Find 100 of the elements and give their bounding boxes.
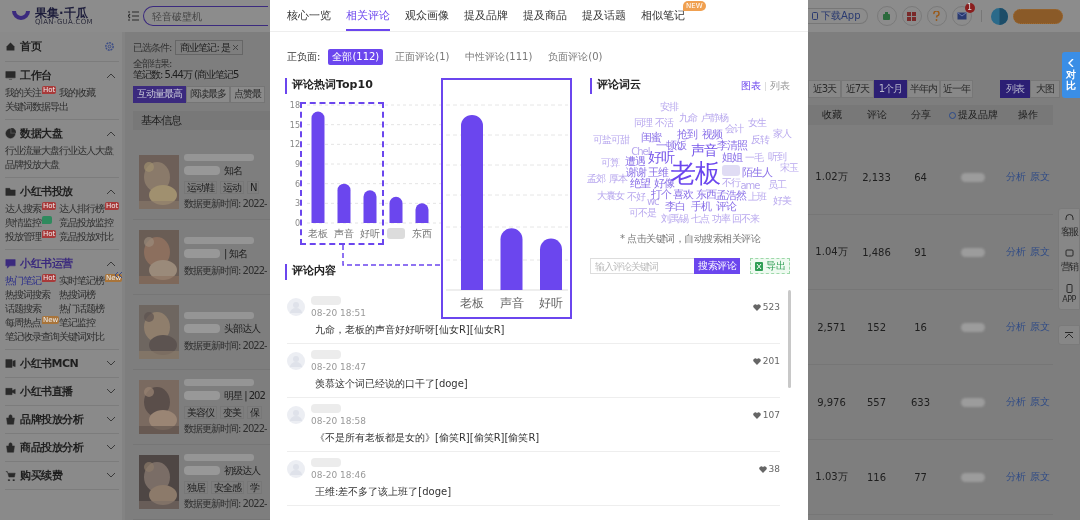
nav-section[interactable]: 购买续费 bbox=[20, 468, 62, 483]
cloud-word[interactable]: 七点 bbox=[691, 214, 710, 225]
filter-chip[interactable]: 中性评论(111) bbox=[461, 49, 537, 65]
cloud-word[interactable]: 回不来 bbox=[731, 214, 759, 225]
heart-icon[interactable] bbox=[752, 411, 761, 419]
back-to-top-button[interactable] bbox=[1058, 325, 1080, 345]
cloud-word[interactable]: 刘禹锡 bbox=[660, 214, 688, 225]
cloud-word[interactable]: 卢静杨 bbox=[701, 112, 729, 123]
nav-link[interactable]: 竞品投放监控 bbox=[59, 216, 113, 230]
view-toggle[interactable]: 图表 bbox=[741, 79, 761, 93]
cloud-word[interactable]: 会计 bbox=[725, 123, 744, 134]
chevron-icon[interactable] bbox=[107, 361, 115, 366]
cloud-word[interactable]: 大囊女 bbox=[597, 190, 625, 201]
filter-chip[interactable]: 负面评论(0) bbox=[544, 49, 607, 65]
filter-chip[interactable]: 正面评论(1) bbox=[391, 49, 454, 65]
heart-icon[interactable] bbox=[758, 465, 767, 473]
tab[interactable]: 相关评论 bbox=[346, 0, 390, 31]
cloud-word[interactable]: 绝望 bbox=[630, 177, 651, 188]
action-link[interactable]: 分析 bbox=[1006, 170, 1026, 184]
action-link[interactable]: 原文 bbox=[1030, 395, 1050, 409]
cloud-word[interactable]: 闺蜜 bbox=[640, 131, 661, 143]
action-link[interactable]: 分析 bbox=[1006, 245, 1026, 259]
scrollbar[interactable] bbox=[788, 290, 791, 388]
cloud-word[interactable]: 上班 bbox=[747, 192, 766, 203]
cloud-word[interactable]: 评论 bbox=[716, 200, 737, 212]
cloud-word[interactable]: 孟郊 bbox=[587, 173, 606, 184]
action-link[interactable]: 分析 bbox=[1006, 470, 1026, 484]
nav-link[interactable]: 首页 bbox=[20, 39, 41, 54]
menu-icon[interactable] bbox=[128, 11, 139, 21]
cloud-word[interactable]: 不好 bbox=[626, 192, 645, 203]
nav-link[interactable]: 我的收藏 bbox=[59, 86, 95, 100]
nav-link[interactable]: 关键词对比 bbox=[59, 330, 104, 344]
cloud-word[interactable]: 家人 bbox=[772, 128, 791, 139]
heart-icon[interactable] bbox=[752, 303, 761, 311]
heart-icon[interactable] bbox=[752, 357, 761, 365]
filter-chip[interactable]: 全部(112) bbox=[328, 49, 384, 65]
cloud-word[interactable]: 王维 bbox=[648, 166, 669, 178]
cloud-word[interactable]: 声音 bbox=[690, 142, 717, 157]
nav-link[interactable]: 话题搜索 bbox=[5, 302, 41, 316]
cloud-word[interactable]: Chel bbox=[631, 147, 650, 157]
upgrade-button[interactable] bbox=[1012, 8, 1063, 24]
chevron-icon[interactable] bbox=[107, 131, 115, 136]
view-tab[interactable]: 大图 bbox=[1030, 80, 1060, 98]
cloud-word[interactable]: 可算 bbox=[600, 158, 619, 168]
chevron-icon[interactable] bbox=[107, 445, 115, 450]
sort-tab[interactable]: 互动量最高 bbox=[133, 85, 186, 103]
nav-section[interactable]: 品牌投放分析 bbox=[20, 412, 83, 427]
nav-section[interactable]: 商品投放分析 bbox=[20, 440, 83, 455]
cloud-word[interactable]: 听到 bbox=[768, 151, 787, 162]
tab[interactable]: 提及商品 bbox=[523, 0, 567, 31]
cloud-word[interactable]: 打个 bbox=[650, 188, 671, 199]
chevron-icon[interactable] bbox=[107, 473, 115, 478]
chevron-icon[interactable] bbox=[107, 73, 115, 78]
nav-link[interactable]: 行业流量大盘 bbox=[5, 144, 59, 158]
cloud-word[interactable]: 视频 bbox=[701, 128, 722, 140]
time-tab[interactable]: 1个月 bbox=[874, 80, 907, 98]
time-tab[interactable]: 近7天 bbox=[841, 80, 874, 98]
nav-section[interactable]: 小红书MCN bbox=[20, 356, 79, 371]
nav-link[interactable]: 竞品投放对比 bbox=[59, 230, 113, 244]
cloud-word[interactable]: 手机 bbox=[691, 200, 712, 212]
tab[interactable]: 提及品牌 bbox=[464, 0, 508, 31]
nav-link[interactable]: 笔记监控 bbox=[59, 316, 95, 330]
action-link[interactable]: 原文 bbox=[1030, 470, 1050, 484]
chevron-icon[interactable] bbox=[107, 389, 115, 394]
nav-link[interactable]: 热搜词榜 bbox=[59, 288, 95, 302]
tab[interactable]: 相似笔记 bbox=[641, 0, 685, 31]
nav-section[interactable]: 小红书投放 bbox=[20, 184, 73, 199]
cloud-word[interactable]: 喜欢 bbox=[673, 188, 694, 199]
time-tab[interactable]: 近3天 bbox=[808, 80, 841, 98]
nav-link[interactable]: 舆情监控 bbox=[5, 216, 52, 230]
cloud-word[interactable]: 员工 bbox=[768, 179, 787, 190]
chevron-icon[interactable] bbox=[107, 417, 115, 422]
action-link[interactable]: 原文 bbox=[1030, 245, 1050, 259]
cloud-word[interactable]: 反转 bbox=[751, 134, 770, 145]
cloud-word[interactable]: 可不是 bbox=[629, 208, 657, 218]
cloud-word[interactable]: 功率 bbox=[711, 214, 730, 225]
cloud-word[interactable]: 九命 bbox=[678, 112, 697, 123]
cloud-word[interactable]: wc bbox=[646, 197, 659, 208]
sort-tab[interactable]: 阅读最多 bbox=[186, 85, 230, 103]
search-button[interactable]: 搜索评论 bbox=[694, 258, 740, 274]
nav-section[interactable]: 数据大盘 bbox=[20, 126, 62, 141]
cloud-word[interactable]: 李清照 bbox=[716, 139, 747, 151]
search-field[interactable]: 轻音破壁机 bbox=[143, 6, 268, 26]
filter-chip[interactable]: 商业笔记: 是 bbox=[175, 40, 243, 56]
cloud-word[interactable]: 姐姐 bbox=[721, 151, 742, 163]
cloud-word[interactable]: 不活 bbox=[655, 117, 674, 128]
cloud-word[interactable]: 东西 bbox=[695, 188, 716, 199]
cloud-word[interactable]: 厚本 bbox=[608, 173, 627, 184]
avatar[interactable] bbox=[990, 7, 1008, 25]
action-link[interactable]: 原文 bbox=[1030, 320, 1050, 334]
cloud-word[interactable]: 遭遇 bbox=[624, 155, 645, 167]
chevron-icon[interactable] bbox=[107, 189, 115, 194]
cloud-word[interactable]: 孟浩然 bbox=[715, 189, 746, 201]
tool-button[interactable]: APP bbox=[1059, 279, 1079, 309]
cloud-word[interactable]: 同理 bbox=[633, 117, 652, 128]
cloud-word[interactable]: 安排 bbox=[659, 101, 678, 112]
nav-link[interactable]: 关键词数据导出 bbox=[5, 100, 68, 114]
nav-link[interactable]: 笔记收录查询 bbox=[5, 330, 59, 344]
cloud-word[interactable]: 谢谢 bbox=[625, 166, 646, 178]
cloud-word[interactable]: 抢到 bbox=[676, 128, 697, 140]
